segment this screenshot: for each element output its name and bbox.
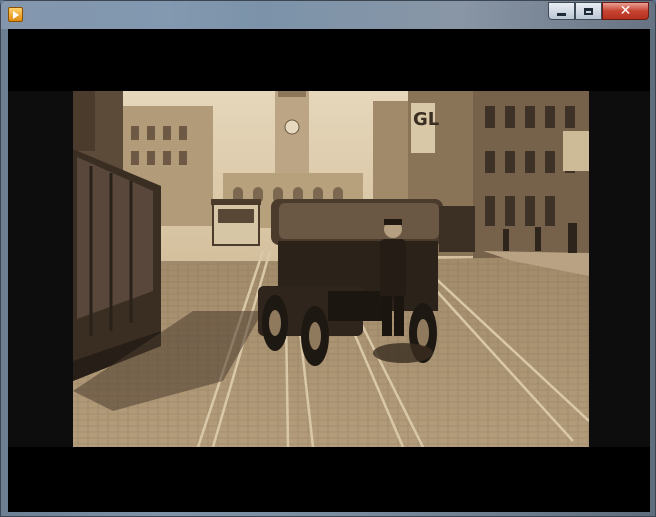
maximize-button[interactable]	[575, 2, 602, 20]
pillarbox-left	[8, 91, 73, 447]
maximize-icon	[584, 7, 593, 15]
media-player-icon[interactable]	[8, 7, 23, 22]
minimize-icon	[557, 12, 566, 16]
street-scene-image: GL	[73, 91, 589, 447]
minimize-button[interactable]	[548, 2, 575, 20]
close-icon: ✕	[619, 3, 632, 19]
video-frame: GL	[73, 91, 589, 447]
close-button[interactable]: ✕	[602, 2, 649, 20]
media-player-window: ✕ GL	[0, 0, 656, 517]
video-area[interactable]: GL	[8, 29, 650, 512]
pillarbox-right	[589, 91, 650, 447]
sign-text: GL	[413, 109, 439, 130]
